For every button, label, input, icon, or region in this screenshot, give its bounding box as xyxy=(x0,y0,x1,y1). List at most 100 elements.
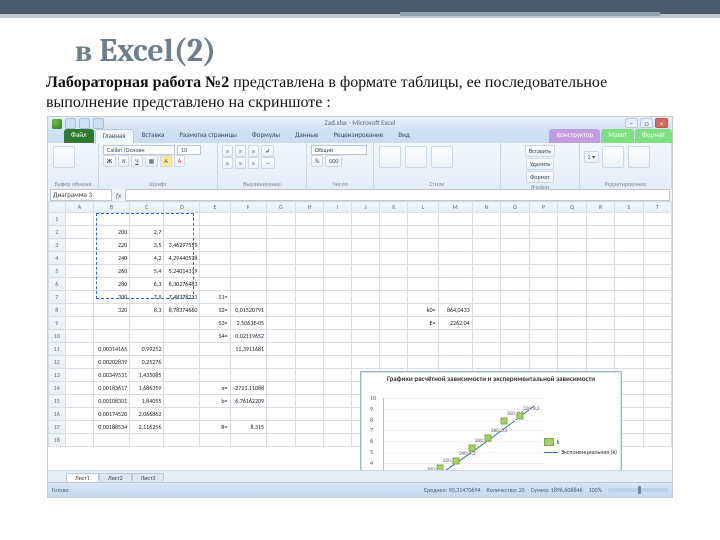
cell[interactable] xyxy=(558,265,587,278)
cell[interactable] xyxy=(615,265,643,278)
cell[interactable] xyxy=(586,213,614,226)
cell[interactable] xyxy=(352,239,380,252)
wrap-text-button[interactable]: ↲ xyxy=(261,145,274,157)
cell[interactable] xyxy=(65,213,93,226)
sheet-tab-1[interactable]: Лист1 xyxy=(66,473,99,482)
tab-view[interactable]: Вид xyxy=(391,129,417,143)
cell[interactable]: 0,00183617 xyxy=(94,382,130,395)
cell[interactable] xyxy=(295,213,324,226)
column-header[interactable]: M xyxy=(438,202,472,213)
cell[interactable] xyxy=(643,408,671,421)
cell[interactable] xyxy=(267,252,296,265)
cell[interactable] xyxy=(615,317,643,330)
cell[interactable] xyxy=(352,291,380,304)
align-tl-icon[interactable]: ≡ xyxy=(222,145,233,157)
paste-button[interactable] xyxy=(53,146,75,168)
cell[interactable] xyxy=(438,252,472,265)
cell[interactable] xyxy=(438,343,472,356)
row-header[interactable]: 8 xyxy=(49,304,66,317)
cell[interactable] xyxy=(643,330,671,343)
cell[interactable]: 280 xyxy=(94,278,130,291)
cell[interactable] xyxy=(164,330,200,343)
cell[interactable] xyxy=(586,317,614,330)
cell[interactable] xyxy=(164,369,200,382)
column-header[interactable]: T xyxy=(643,202,671,213)
number-format-selector[interactable]: Общий xyxy=(311,145,367,155)
cell[interactable] xyxy=(643,369,671,382)
fill-color-button[interactable]: A xyxy=(160,155,171,167)
cell[interactable] xyxy=(529,343,557,356)
cell[interactable]: 200 xyxy=(94,226,130,239)
cell[interactable]: 0,00174520 xyxy=(94,408,130,421)
cell[interactable] xyxy=(65,239,93,252)
qat-save-icon[interactable] xyxy=(65,118,76,129)
cell[interactable] xyxy=(267,317,296,330)
cell[interactable]: 8,78374660 xyxy=(164,304,200,317)
cell[interactable] xyxy=(65,421,93,434)
cell[interactable] xyxy=(558,278,587,291)
cell[interactable] xyxy=(586,278,614,291)
cell[interactable] xyxy=(472,265,501,278)
cell[interactable] xyxy=(472,278,501,291)
cell[interactable] xyxy=(267,382,296,395)
cell[interactable]: 320 xyxy=(94,304,130,317)
cell[interactable]: -2721,11088 xyxy=(230,382,267,395)
cell[interactable] xyxy=(438,356,472,369)
cell[interactable] xyxy=(65,304,93,317)
tab-formulas[interactable]: Формулы xyxy=(245,129,287,143)
cell[interactable] xyxy=(164,356,200,369)
cell[interactable] xyxy=(267,343,296,356)
cell[interactable] xyxy=(352,278,380,291)
cell[interactable] xyxy=(324,356,352,369)
cell[interactable] xyxy=(615,343,643,356)
cell[interactable] xyxy=(643,421,671,434)
cell[interactable] xyxy=(267,421,296,434)
cell[interactable] xyxy=(501,291,530,304)
cell[interactable] xyxy=(643,304,671,317)
cell[interactable] xyxy=(164,226,200,239)
column-header[interactable]: Q xyxy=(558,202,587,213)
cell[interactable]: 300 xyxy=(94,291,130,304)
column-header[interactable]: R xyxy=(586,202,614,213)
cell[interactable]: 240 xyxy=(94,252,130,265)
cell[interactable]: 5,24014319 xyxy=(164,265,200,278)
row-header[interactable]: 4 xyxy=(49,252,66,265)
cell[interactable]: 1,84055 xyxy=(130,395,164,408)
cell[interactable]: 0,99252 xyxy=(130,343,164,356)
cell[interactable] xyxy=(438,226,472,239)
cell[interactable] xyxy=(472,330,501,343)
cell[interactable]: 2,7 xyxy=(130,226,164,239)
row-header[interactable]: 15 xyxy=(49,395,66,408)
cell[interactable] xyxy=(65,434,93,447)
cell[interactable] xyxy=(472,356,501,369)
cell[interactable] xyxy=(438,213,472,226)
cell[interactable]: 0,01520791 xyxy=(230,304,267,317)
cell[interactable]: 260 xyxy=(94,265,130,278)
cell[interactable] xyxy=(501,278,530,291)
cell[interactable]: 0,00314165 xyxy=(94,343,130,356)
border-button[interactable]: ▦ xyxy=(145,155,159,167)
cell[interactable] xyxy=(586,330,614,343)
format-cells-button[interactable]: Формат xyxy=(526,171,554,183)
column-header[interactable]: B xyxy=(94,202,130,213)
font-color-button[interactable]: A xyxy=(174,155,185,167)
cell[interactable] xyxy=(408,252,438,265)
cell[interactable] xyxy=(501,317,530,330)
row-header[interactable]: 3 xyxy=(49,239,66,252)
cell[interactable] xyxy=(558,317,587,330)
row-header[interactable]: 13 xyxy=(49,369,66,382)
qat-redo-icon[interactable] xyxy=(93,118,104,129)
font-size-selector[interactable]: 10 xyxy=(177,145,201,155)
cell[interactable] xyxy=(267,226,296,239)
cell[interactable] xyxy=(230,434,267,447)
cell[interactable] xyxy=(352,356,380,369)
cell[interactable]: 6,76162209 xyxy=(230,395,267,408)
delete-cells-button[interactable]: Удалить xyxy=(526,158,554,170)
cell[interactable] xyxy=(164,434,200,447)
cell[interactable]: 1,686359 xyxy=(130,382,164,395)
row-header[interactable]: 7 xyxy=(49,291,66,304)
cell[interactable] xyxy=(164,382,200,395)
cell[interactable] xyxy=(295,317,324,330)
row-header[interactable]: 16 xyxy=(49,408,66,421)
underline-button[interactable]: Ч xyxy=(131,155,142,167)
